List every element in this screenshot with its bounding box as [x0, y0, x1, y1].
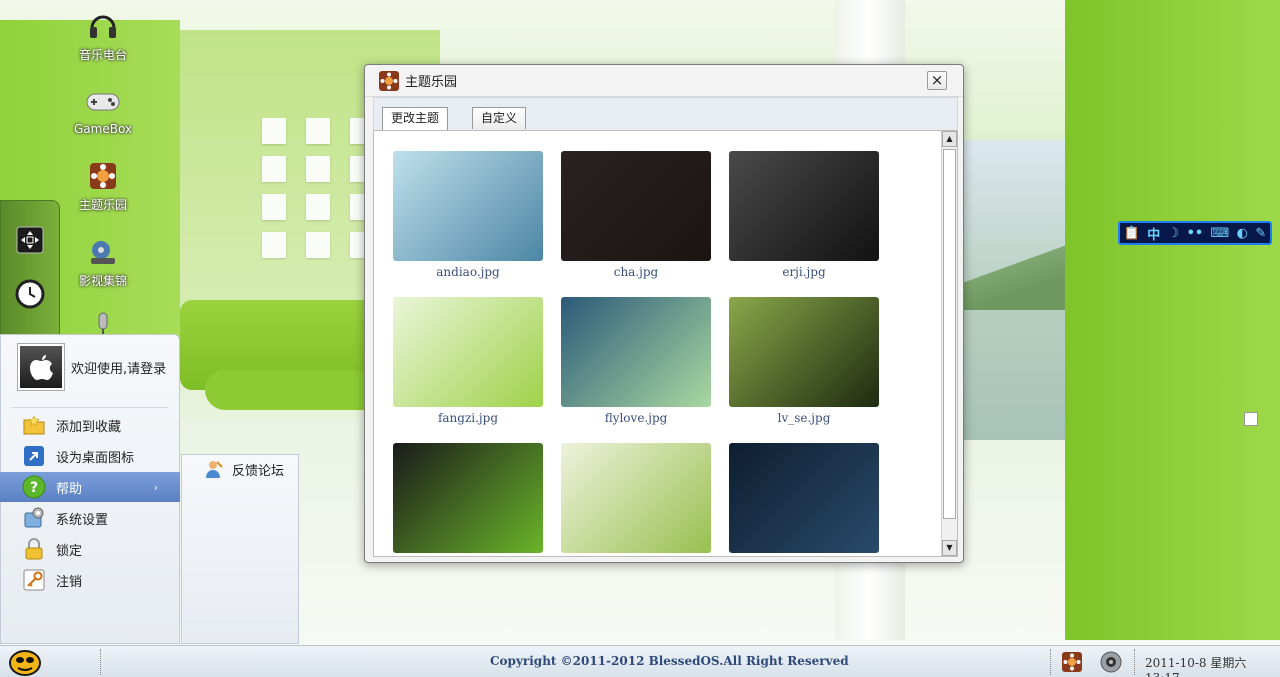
theme-thumbnail[interactable]: flylove.jpg: [561, 297, 711, 425]
desktop-icon-theme[interactable]: 主题乐园: [68, 158, 138, 213]
ime-button[interactable]: ⌨: [1211, 226, 1230, 241]
menu-item-label: 帮助: [56, 481, 83, 497]
scroll-down-button[interactable]: ▼: [942, 540, 957, 556]
theme-thumbnail[interactable]: fangzi.jpg: [393, 297, 543, 425]
menu-item-label: 注销: [56, 574, 83, 590]
desktop-icon-label: 主题乐园: [78, 198, 127, 212]
dialog-titlebar[interactable]: 主题乐园 ×: [365, 65, 963, 97]
theme-preview-image: [729, 297, 879, 407]
tab-change-theme[interactable]: 更改主题: [382, 107, 449, 131]
speaker-icon[interactable]: [1100, 651, 1122, 673]
menu-item-label: 系统设置: [56, 512, 109, 528]
forum-icon: [204, 459, 224, 479]
shortcut-icon: [22, 444, 46, 468]
menu-item-help[interactable]: ? 帮助 ›: [0, 472, 180, 502]
theme-thumbnail[interactable]: [729, 443, 879, 553]
ime-button[interactable]: ••: [1187, 226, 1204, 241]
gamepad-icon: [85, 84, 121, 120]
theme-thumbnail[interactable]: lv_se.jpg: [729, 297, 879, 425]
clock-text: 2011-10-8 星期六 13:17: [1145, 656, 1247, 677]
taskbar: Copyright ©2011-2012 BlessedOS.All Right…: [0, 645, 1280, 677]
welcome-text[interactable]: 欢迎使用,请登录: [71, 358, 166, 377]
theme-filename: cha.jpg: [613, 265, 659, 279]
help-submenu: 反馈论坛: [181, 454, 299, 644]
close-button[interactable]: ×: [927, 71, 947, 90]
menu-item-lock[interactable]: 锁定: [0, 534, 180, 564]
theme-preview-image: [393, 151, 543, 261]
menu-item-label: 设为桌面图标: [56, 450, 135, 466]
menu-item-settings[interactable]: 系统设置: [0, 503, 180, 533]
theme-filename: erji.jpg: [782, 265, 826, 279]
theme-thumbnail[interactable]: andiao.jpg: [393, 151, 543, 279]
ime-button[interactable]: ◐: [1237, 226, 1248, 241]
start-button[interactable]: [8, 648, 42, 676]
film-icon: [85, 234, 121, 270]
start-face-icon: [9, 650, 41, 676]
theme-filename: fangzi.jpg: [437, 411, 499, 425]
theme-filename: andiao.jpg: [436, 265, 500, 279]
theme-filename: flylove.jpg: [604, 411, 668, 425]
theme-thumbnail[interactable]: [561, 443, 711, 553]
scroll-up-button[interactable]: ▲: [942, 131, 957, 147]
tab-custom[interactable]: 自定义: [472, 107, 527, 129]
copyright-text: Copyright ©2011-2012 BlessedOS.All Right…: [490, 654, 849, 668]
theme-preview-image: [561, 151, 711, 261]
chevron-right-icon: ›: [153, 480, 158, 494]
desktop-icon-film[interactable]: 影视集锦: [68, 234, 138, 289]
theme-dialog: 主题乐园 × 更改主题 自定义 andiao.jpg cha.jpg erji.jp…: [364, 64, 964, 563]
vertical-scrollbar[interactable]: ▲ ▼: [941, 131, 957, 556]
taskbar-divider: [100, 649, 101, 675]
theme-thumbnail[interactable]: cha.jpg: [561, 151, 711, 279]
theme-icon: [379, 70, 399, 91]
ime-button[interactable]: ✎: [1255, 226, 1266, 241]
user-panel[interactable]: 欢迎使用,请登录: [17, 343, 166, 391]
menu-item-label: 锁定: [56, 543, 83, 559]
theme-preview-image: [393, 443, 543, 553]
lock-icon: [22, 537, 46, 561]
theme-tray-icon[interactable]: [1062, 652, 1082, 672]
help-icon: ?: [22, 475, 46, 499]
ime-toolbar[interactable]: 📋 中 ☽ •• ⌨ ◐ ✎: [1118, 221, 1272, 245]
theme-preview-image: [561, 297, 711, 407]
scroll-thumb[interactable]: [943, 149, 956, 519]
side-dock: [0, 200, 60, 340]
menu-item-desktop-icon[interactable]: 设为桌面图标: [0, 441, 180, 471]
clock-icon[interactable]: [13, 277, 47, 311]
theme-preview-image: [393, 297, 543, 407]
apple-logo-icon: [17, 343, 65, 391]
taskbar-divider: [1134, 649, 1135, 675]
theme-icon: [85, 158, 121, 194]
desktop-icon-music[interactable]: 音乐电台: [68, 8, 138, 63]
theme-thumbnail[interactable]: [393, 443, 543, 553]
menu-divider: [11, 407, 169, 408]
menu-item-add-favorite[interactable]: 添加到收藏: [0, 410, 180, 440]
theme-preview-image: [729, 151, 879, 261]
theme-filename: lv_se.jpg: [777, 411, 831, 425]
settings-icon: [22, 506, 46, 530]
headphones-icon: [85, 8, 121, 44]
ime-button[interactable]: ☽: [1168, 226, 1180, 241]
desktop-icon-label: 音乐电台: [78, 48, 127, 62]
taskbar-divider: [1050, 649, 1051, 675]
desktop-icon-gamebox[interactable]: GameBox: [68, 84, 138, 136]
folder-star-icon: [22, 413, 46, 437]
theme-preview-image: [729, 443, 879, 553]
tab-strip: 更改主题 自定义: [373, 97, 958, 131]
ime-button[interactable]: 中: [1147, 224, 1160, 243]
dialog-title: 主题乐园: [405, 75, 458, 90]
theme-thumbnail[interactable]: erji.jpg: [729, 151, 879, 279]
ime-button[interactable]: 📋: [1124, 226, 1140, 241]
desktop-icon-label: 影视集锦: [78, 274, 127, 288]
submenu-label: 反馈论坛: [232, 463, 285, 479]
move-icon[interactable]: [13, 223, 47, 257]
desktop-icon-label: GameBox: [73, 122, 133, 136]
menu-item-logout[interactable]: 注销: [0, 565, 180, 595]
submenu-item-feedback[interactable]: 反馈论坛: [204, 459, 284, 479]
theme-preview-image: [561, 443, 711, 553]
menu-item-label: 添加到收藏: [56, 419, 122, 435]
key-icon: [22, 568, 46, 592]
svg-text:?: ?: [30, 480, 38, 496]
theme-list: andiao.jpg cha.jpg erji.jpg fangzi.jpg flylo…: [373, 130, 958, 557]
